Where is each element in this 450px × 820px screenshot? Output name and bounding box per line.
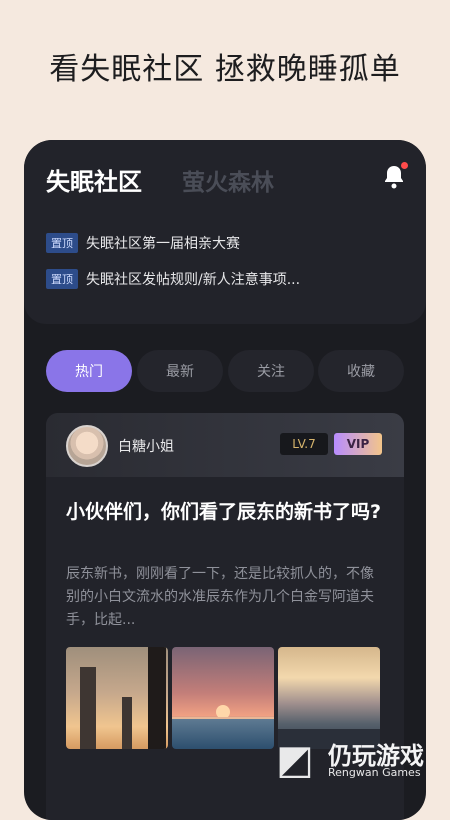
- level-badge: LV.7: [280, 433, 328, 455]
- tab-insomnia-community[interactable]: 失眠社区: [46, 162, 142, 197]
- bell-icon[interactable]: [382, 162, 408, 190]
- top-panel: 失眠社区 萤火森林 置顶 失眠社区第一届相亲大赛 置顶 失眠社区发帖规则/新人注…: [24, 140, 426, 324]
- watermark-subtitle: Rengwan Games: [328, 766, 421, 779]
- author-name[interactable]: 白糖小姐: [118, 436, 174, 456]
- building-shape: [80, 667, 96, 749]
- post-title[interactable]: 小伙伴们，你们看了辰东的新书了吗?: [66, 499, 384, 526]
- watermark: ◩ 仍玩游戏 Rengwan Games: [276, 738, 436, 784]
- headline: 看失眠社区 拯救晚睡孤单: [49, 52, 401, 87]
- building-shape: [122, 697, 132, 749]
- pinned-item[interactable]: 置顶 失眠社区第一届相亲大赛: [46, 232, 240, 254]
- filter-hot[interactable]: 热门: [46, 350, 132, 392]
- avatar[interactable]: [66, 425, 108, 467]
- filter-latest[interactable]: 最新: [137, 350, 223, 392]
- pinned-text: 失眠社区发帖规则/新人注意事项...: [86, 272, 301, 288]
- window-frame-shape: [148, 647, 166, 749]
- filter-tabs: 热门 最新 关注 收藏: [46, 350, 406, 392]
- app-screen: 失眠社区 萤火森林 置顶 失眠社区第一届相亲大赛 置顶 失眠社区发帖规则/新人注…: [24, 140, 426, 820]
- post-excerpt: 辰东新书，刚刚看了一下，还是比较抓人的，不像别的小白文流水的水准辰东作为几个白金…: [66, 566, 374, 628]
- pinned-badge: 置顶: [46, 269, 78, 289]
- vip-badge: VIP: [334, 433, 382, 455]
- post-image-sea-sunset[interactable]: [172, 647, 274, 749]
- horizon-line: [172, 717, 274, 719]
- post-image-city[interactable]: [66, 647, 168, 749]
- pinned-badge: 置顶: [46, 233, 78, 253]
- post-image-harbor[interactable]: [278, 647, 380, 749]
- pinned-item[interactable]: 置顶 失眠社区发帖规则/新人注意事项...: [46, 268, 300, 290]
- filter-following[interactable]: 关注: [228, 350, 314, 392]
- notification-dot: [401, 162, 408, 169]
- tab-firefly-forest[interactable]: 萤火森林: [182, 163, 274, 197]
- pinned-text: 失眠社区第一届相亲大赛: [86, 236, 240, 252]
- watermark-logo-icon: ◩: [276, 737, 314, 783]
- filter-favorites[interactable]: 收藏: [318, 350, 404, 392]
